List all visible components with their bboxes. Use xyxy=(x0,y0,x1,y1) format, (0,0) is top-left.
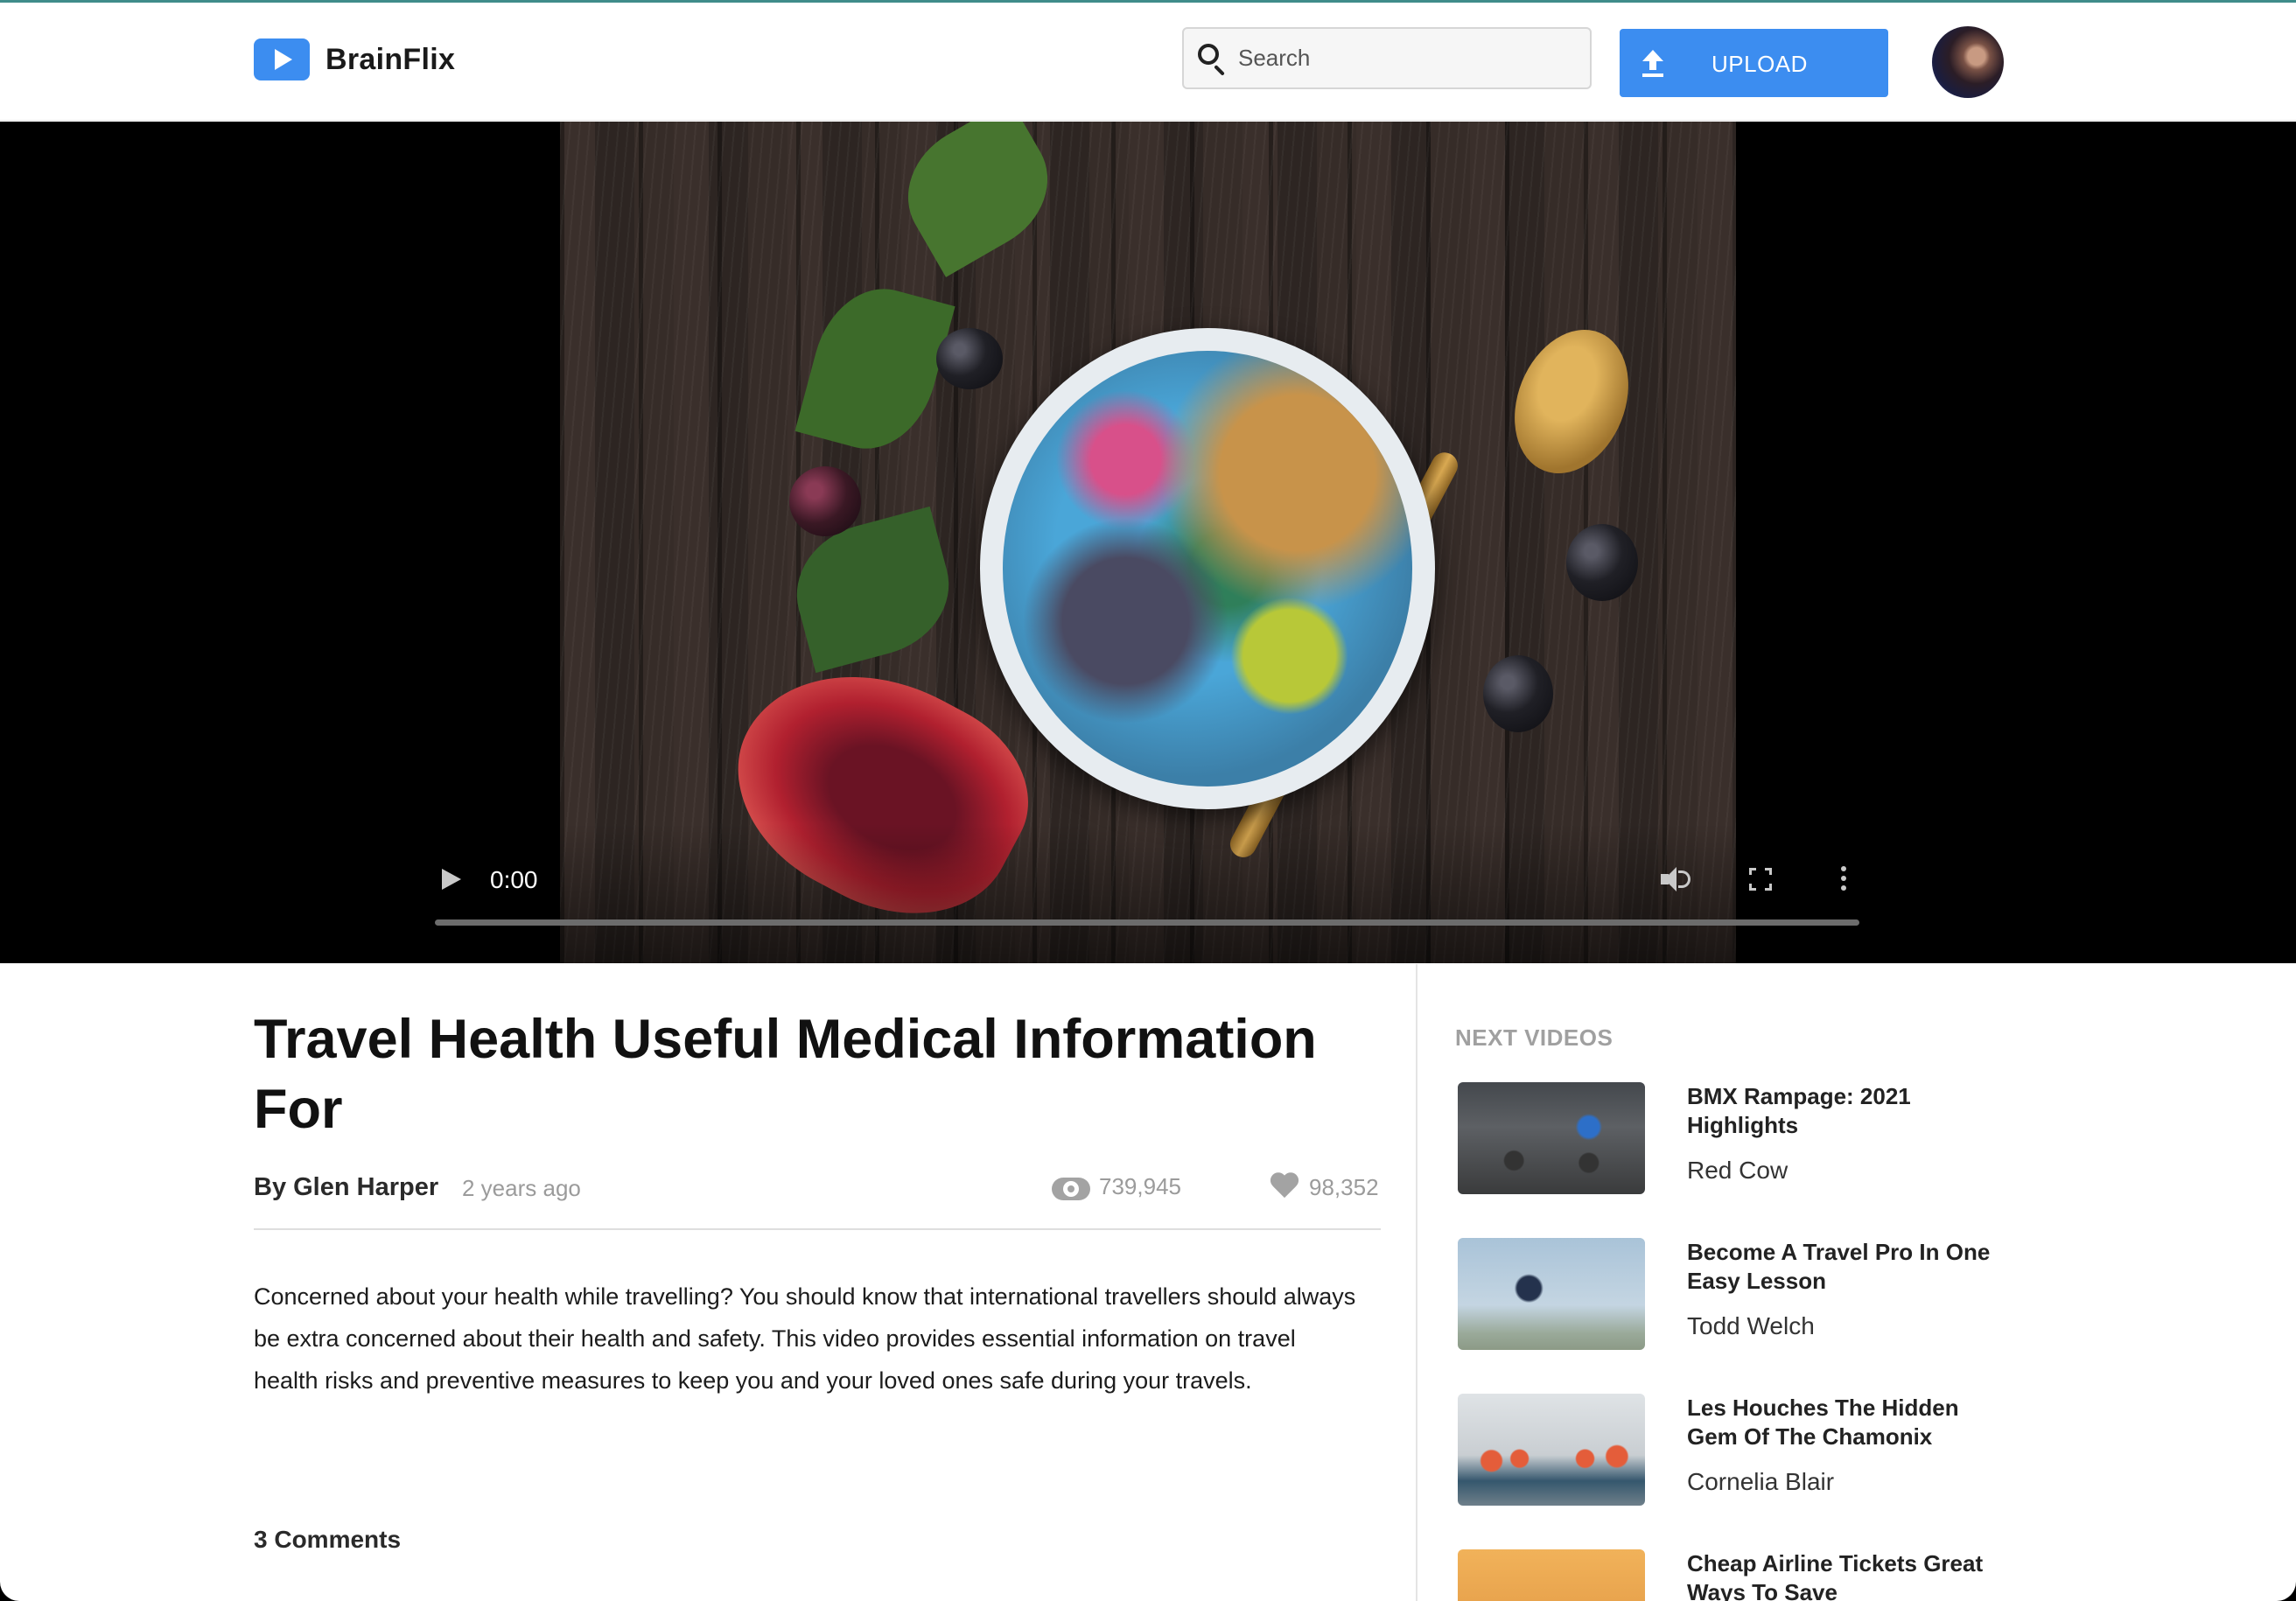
next-video-channel: Cornelia Blair xyxy=(1687,1468,1835,1495)
video-meta: By Glen Harper 2 years ago 739,945 98,35… xyxy=(254,1173,1381,1208)
video-player[interactable]: 0:00 xyxy=(0,122,2296,963)
brand-name: BrainFlix xyxy=(326,42,456,76)
next-video-channel: Todd Welch xyxy=(1687,1312,1815,1339)
video-controls: 0:00 xyxy=(0,122,2296,963)
video-thumbnail[interactable] xyxy=(1458,1238,1645,1350)
comments-count: 3 Comments xyxy=(254,1526,402,1553)
author-name[interactable]: By Glen Harper xyxy=(254,1173,438,1202)
views-value: 739,945 xyxy=(1099,1173,1181,1199)
next-video-item[interactable]: Les Houches The Hidden Gem Of The Chamon… xyxy=(1458,1394,1983,1509)
avatar[interactable] xyxy=(1932,26,2004,98)
more-options-icon[interactable] xyxy=(1841,866,1848,892)
video-description: Concerned about your health while travel… xyxy=(254,1283,1356,1394)
like-count[interactable]: 98,352 xyxy=(1269,1173,1379,1201)
play-icon[interactable] xyxy=(442,869,461,890)
sidebar-divider xyxy=(1416,964,1418,1601)
video-thumbnail[interactable] xyxy=(1458,1082,1645,1194)
eye-icon xyxy=(1052,1176,1090,1200)
next-video-channel: Red Cow xyxy=(1687,1157,1788,1184)
next-video-title[interactable]: Les Houches The Hidden Gem Of The Chamon… xyxy=(1687,1394,2002,1451)
search-icon xyxy=(1196,42,1229,76)
posted-date: 2 years ago xyxy=(462,1175,581,1201)
view-count: 739,945 xyxy=(1052,1173,1181,1200)
upload-label: UPLOAD xyxy=(1712,51,1808,77)
next-video-item[interactable]: Cheap Airline Tickets Great Ways To Save xyxy=(1458,1549,1983,1601)
brand-logo[interactable]: BrainFlix xyxy=(254,38,455,81)
next-video-item[interactable]: BMX Rampage: 2021 Highlights Red Cow xyxy=(1458,1082,1983,1198)
header: BrainFlix UPLOAD xyxy=(0,3,2296,121)
heart-icon[interactable] xyxy=(1269,1173,1300,1201)
next-video-title[interactable]: Cheap Airline Tickets Great Ways To Save xyxy=(1687,1549,2002,1601)
search-box[interactable] xyxy=(1182,27,1592,89)
search-input[interactable] xyxy=(1238,45,1571,72)
volume-icon[interactable] xyxy=(1661,865,1692,893)
video-title: Travel Health Useful Medical Information… xyxy=(254,1009,1317,1140)
next-video-item[interactable]: Become A Travel Pro In One Easy Lesson T… xyxy=(1458,1238,1990,1353)
next-video-title[interactable]: Become A Travel Pro In One Easy Lesson xyxy=(1687,1238,2002,1296)
next-videos-heading: NEXT VIDEOS xyxy=(1455,1024,1614,1051)
upload-button[interactable]: UPLOAD xyxy=(1620,29,1888,97)
fullscreen-icon[interactable] xyxy=(1749,868,1772,891)
play-logo-icon xyxy=(254,38,310,80)
video-thumbnail[interactable] xyxy=(1458,1394,1645,1506)
divider xyxy=(254,1228,1381,1230)
current-time: 0:00 xyxy=(490,866,538,893)
likes-value: 98,352 xyxy=(1309,1173,1379,1200)
page: BrainFlix UPLOAD xyxy=(0,0,2296,1601)
video-thumbnail[interactable] xyxy=(1458,1549,1645,1601)
next-video-title[interactable]: BMX Rampage: 2021 Highlights xyxy=(1687,1082,2002,1140)
upload-icon xyxy=(1641,50,1665,78)
progress-bar[interactable] xyxy=(435,919,1859,926)
